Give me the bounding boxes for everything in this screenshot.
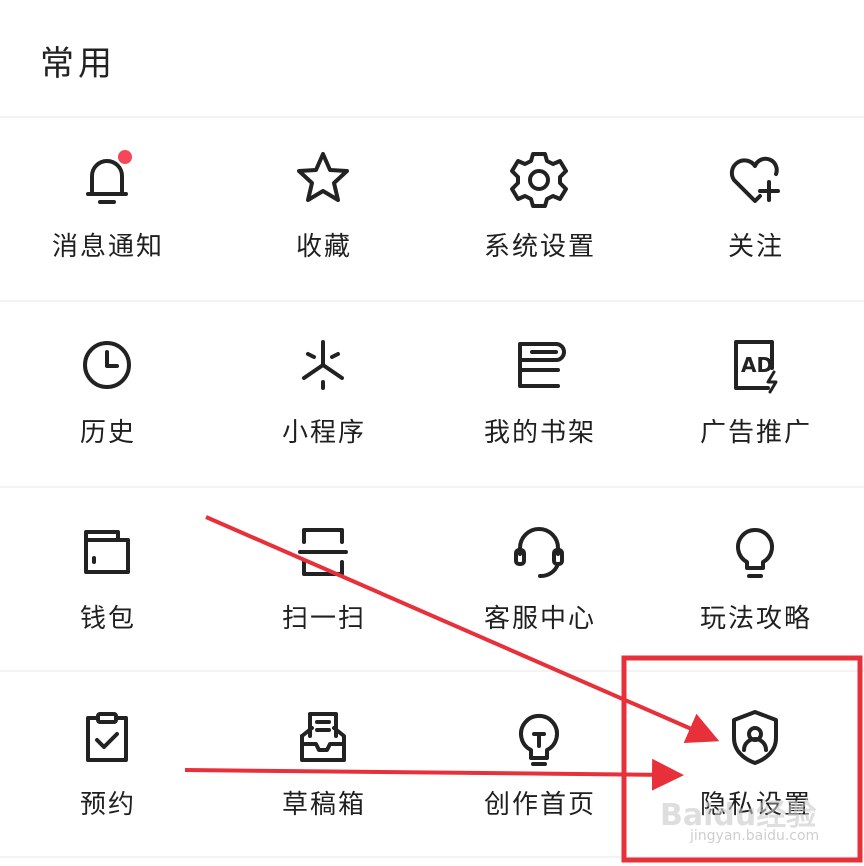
headset-icon: [506, 518, 572, 584]
clipboard-check-icon: [74, 704, 140, 770]
ad-icon: AD: [722, 332, 788, 398]
mini-program-icon: [290, 332, 356, 398]
star-icon: [290, 146, 356, 212]
grid-item-follow[interactable]: 关注: [648, 116, 864, 302]
grid-item-label: 关注: [727, 232, 784, 262]
grid-item-label: 消息通知: [51, 232, 164, 262]
grid-item-label: 草稿箱: [281, 790, 366, 820]
grid-item-ad-promotion[interactable]: AD 广告推广: [648, 302, 864, 488]
grid-item-mini-program[interactable]: 小程序: [216, 302, 432, 488]
grid-item-label: 系统设置: [483, 232, 596, 262]
shield-user-icon: [722, 704, 788, 770]
grid-item-favorites[interactable]: 收藏: [216, 116, 432, 302]
grid-item-label: 创作首页: [483, 790, 596, 820]
grid-item-system-settings[interactable]: 系统设置: [432, 116, 648, 302]
grid-item-notifications[interactable]: 消息通知: [0, 116, 216, 302]
grid-item-gameplay-guide[interactable]: 玩法攻略: [648, 488, 864, 674]
notification-badge: [118, 150, 132, 164]
grid-item-label: 广告推广: [699, 418, 812, 448]
grid-item-creator-home[interactable]: 创作首页: [432, 674, 648, 860]
grid-item-label: 预约: [79, 790, 136, 820]
grid-item-label: 钱包: [79, 604, 136, 634]
grid-item-label: 收藏: [295, 232, 352, 262]
svg-text:AD: AD: [741, 353, 773, 377]
wallet-icon: [74, 518, 140, 584]
grid-item-reservation[interactable]: 预约: [0, 674, 216, 860]
grid-item-scan[interactable]: 扫一扫: [216, 488, 432, 674]
clock-icon: [74, 332, 140, 398]
section-title: 常用: [40, 44, 116, 84]
drafts-icon: [290, 704, 356, 770]
lightbulb-icon: [722, 518, 788, 584]
grid-item-label: 我的书架: [483, 418, 596, 448]
grid-item-drafts[interactable]: 草稿箱: [216, 674, 432, 860]
grid-item-label: 客服中心: [483, 604, 596, 634]
bookshelf-icon: [506, 332, 572, 398]
grid-item-wallet[interactable]: 钱包: [0, 488, 216, 674]
grid-item-bookshelf[interactable]: 我的书架: [432, 302, 648, 488]
scan-icon: [290, 518, 356, 584]
watermark-url: jingyan.baidu.com: [690, 828, 820, 844]
grid-item-customer-service[interactable]: 客服中心: [432, 488, 648, 674]
heart-plus-icon: [722, 146, 788, 212]
grid-item-history[interactable]: 历史: [0, 302, 216, 488]
grid-item-label: 小程序: [281, 418, 366, 448]
grid-item-label: 历史: [79, 418, 136, 448]
grid-item-label: 扫一扫: [281, 604, 366, 634]
grid-item-label: 玩法攻略: [699, 604, 812, 634]
gear-icon: [506, 146, 572, 212]
creator-bulb-icon: [506, 704, 572, 770]
